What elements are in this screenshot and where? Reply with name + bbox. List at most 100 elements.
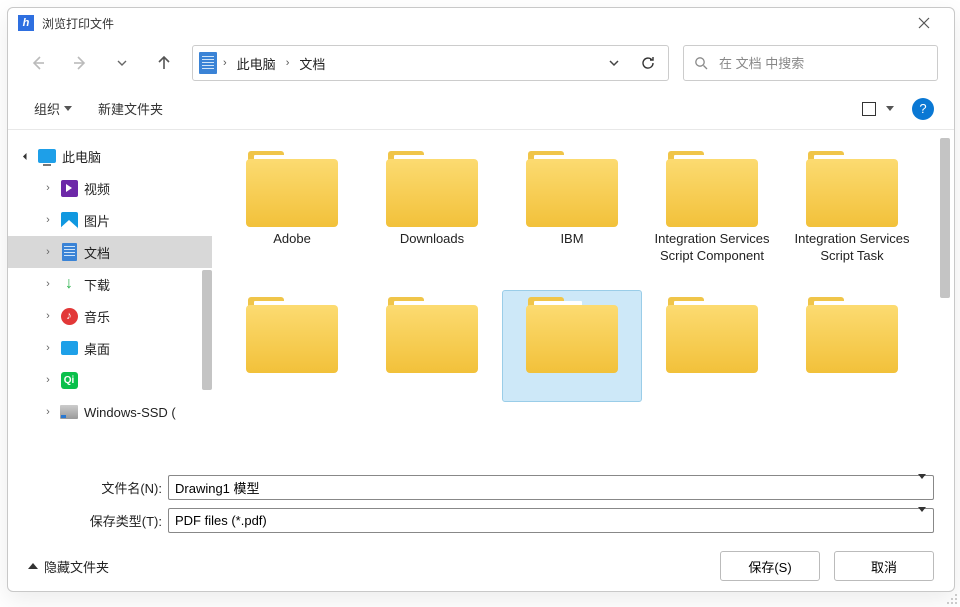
- arrow-right-icon: [71, 54, 89, 72]
- tree-item-documents[interactable]: › 文档: [8, 236, 212, 268]
- toolbar: 组织 新建文件夹 ?: [8, 88, 954, 130]
- tree-label: Windows-SSD (: [84, 405, 176, 420]
- layout-icon: [862, 102, 876, 116]
- filename-input[interactable]: [168, 475, 934, 500]
- nav-up-button[interactable]: [150, 49, 178, 77]
- search-input[interactable]: [719, 56, 927, 71]
- folder-icon: [382, 297, 482, 377]
- desktop-icon: [60, 339, 78, 357]
- tree-item-pictures[interactable]: › 图片: [8, 204, 212, 236]
- tree-label: 视频: [84, 179, 110, 198]
- filetype-select[interactable]: [168, 508, 934, 533]
- tree-item-windows-ssd[interactable]: › Windows-SSD (: [8, 396, 212, 428]
- nav-recent-button[interactable]: [108, 49, 136, 77]
- nav-forward-button[interactable]: [66, 49, 94, 77]
- document-icon: [60, 243, 78, 261]
- view-mode-button[interactable]: [862, 102, 894, 116]
- folder-icon: [662, 297, 762, 377]
- folder-item[interactable]: [362, 290, 502, 402]
- new-folder-button[interactable]: 新建文件夹: [98, 99, 163, 118]
- filetype-label: 保存类型(T):: [28, 511, 168, 530]
- help-button[interactable]: ?: [912, 98, 934, 120]
- monitor-icon: [38, 147, 56, 165]
- nav-back-button[interactable]: [24, 49, 52, 77]
- folder-icon: [802, 297, 902, 377]
- folder-item[interactable]: IBM: [502, 144, 642, 272]
- folder-item[interactable]: Integration Services Script Task: [782, 144, 922, 272]
- expander-closed-icon[interactable]: ›: [42, 214, 54, 226]
- expander-closed-icon[interactable]: ›: [42, 246, 54, 258]
- search-icon: [694, 56, 709, 71]
- caret-down-icon: [64, 106, 72, 111]
- folder-item[interactable]: [502, 290, 642, 402]
- cancel-button[interactable]: 取消: [834, 551, 934, 581]
- folder-label: Integration Services Script Task: [787, 231, 917, 265]
- folder-item[interactable]: [642, 290, 782, 402]
- caret-down-icon: [886, 106, 894, 111]
- expander-closed-icon[interactable]: ›: [42, 278, 54, 290]
- folder-label: Integration Services Script Component: [647, 231, 777, 265]
- music-icon: ♪: [60, 307, 78, 325]
- folder-icon: [382, 151, 482, 231]
- folder-icon: [522, 151, 622, 231]
- tree-item-iqiyi[interactable]: › Qi: [8, 364, 212, 396]
- expander-open-icon[interactable]: [20, 150, 32, 162]
- breadcrumb-root[interactable]: 此电脑: [233, 52, 280, 75]
- folder-icon: [662, 151, 762, 231]
- hide-folders-toggle[interactable]: 隐藏文件夹: [28, 557, 109, 576]
- chevron-down-icon: [607, 56, 621, 70]
- folder-label: IBM: [560, 231, 583, 249]
- tree-root-this-pc[interactable]: 此电脑: [8, 140, 212, 172]
- folder-label: Downloads: [400, 231, 464, 249]
- iqiyi-icon: Qi: [60, 371, 78, 389]
- expander-closed-icon[interactable]: ›: [42, 310, 54, 322]
- arrow-left-icon: [29, 54, 47, 72]
- breadcrumb-current[interactable]: 文档: [295, 52, 329, 75]
- save-button[interactable]: 保存(S): [720, 551, 820, 581]
- folder-icon: [242, 297, 342, 377]
- expander-closed-icon[interactable]: ›: [42, 374, 54, 386]
- tree-item-music[interactable]: › ♪ 音乐: [8, 300, 212, 332]
- download-icon: ↓: [60, 275, 78, 293]
- picture-icon: [60, 211, 78, 229]
- body: 此电脑 › 视频 › 图片 › 文档 › ↓ 下载: [8, 130, 954, 463]
- folder-item[interactable]: Integration Services Script Component: [642, 144, 782, 272]
- titlebar: h 浏览打印文件: [8, 8, 954, 38]
- search-box[interactable]: [683, 45, 938, 81]
- close-button[interactable]: [904, 8, 944, 38]
- folder-item[interactable]: Downloads: [362, 144, 502, 272]
- tree-label: 此电脑: [62, 147, 101, 166]
- history-dropdown-button[interactable]: [600, 49, 628, 77]
- content-pane: Adobe Downloads IBM Integration Services…: [212, 130, 954, 463]
- tree-label: 下载: [84, 275, 110, 294]
- drive-icon: [60, 403, 78, 421]
- address-bar[interactable]: › 此电脑 › 文档: [192, 45, 669, 81]
- sidebar-scrollbar[interactable]: [202, 270, 212, 390]
- close-icon: [918, 17, 930, 29]
- content-scrollbar[interactable]: [940, 138, 950, 455]
- scrollbar-thumb[interactable]: [940, 138, 950, 298]
- tree-item-videos[interactable]: › 视频: [8, 172, 212, 204]
- folder-icon: [522, 297, 622, 377]
- chevron-down-icon: [116, 57, 128, 69]
- tree-item-downloads[interactable]: › ↓ 下载: [8, 268, 212, 300]
- organize-menu[interactable]: 组织: [34, 99, 72, 118]
- help-icon: ?: [919, 101, 926, 116]
- save-dialog: h 浏览打印文件 › 此电脑 › 文档: [7, 7, 955, 592]
- expander-closed-icon[interactable]: ›: [42, 342, 54, 354]
- folder-item[interactable]: Adobe: [222, 144, 362, 272]
- tree-label: 文档: [84, 243, 110, 262]
- tree-label: 音乐: [84, 307, 110, 326]
- organize-label: 组织: [34, 99, 60, 118]
- collapse-icon: [28, 563, 38, 569]
- refresh-button[interactable]: [634, 49, 662, 77]
- tree-item-desktop[interactable]: › 桌面: [8, 332, 212, 364]
- expander-closed-icon[interactable]: ›: [42, 182, 54, 194]
- folder-item[interactable]: [782, 290, 922, 402]
- folder-label: Adobe: [273, 231, 311, 249]
- hide-folders-label: 隐藏文件夹: [44, 557, 109, 576]
- folder-item[interactable]: [222, 290, 362, 402]
- chevron-right-icon: ›: [286, 57, 290, 69]
- expander-closed-icon[interactable]: ›: [42, 406, 54, 418]
- resize-grip-icon[interactable]: [944, 591, 958, 605]
